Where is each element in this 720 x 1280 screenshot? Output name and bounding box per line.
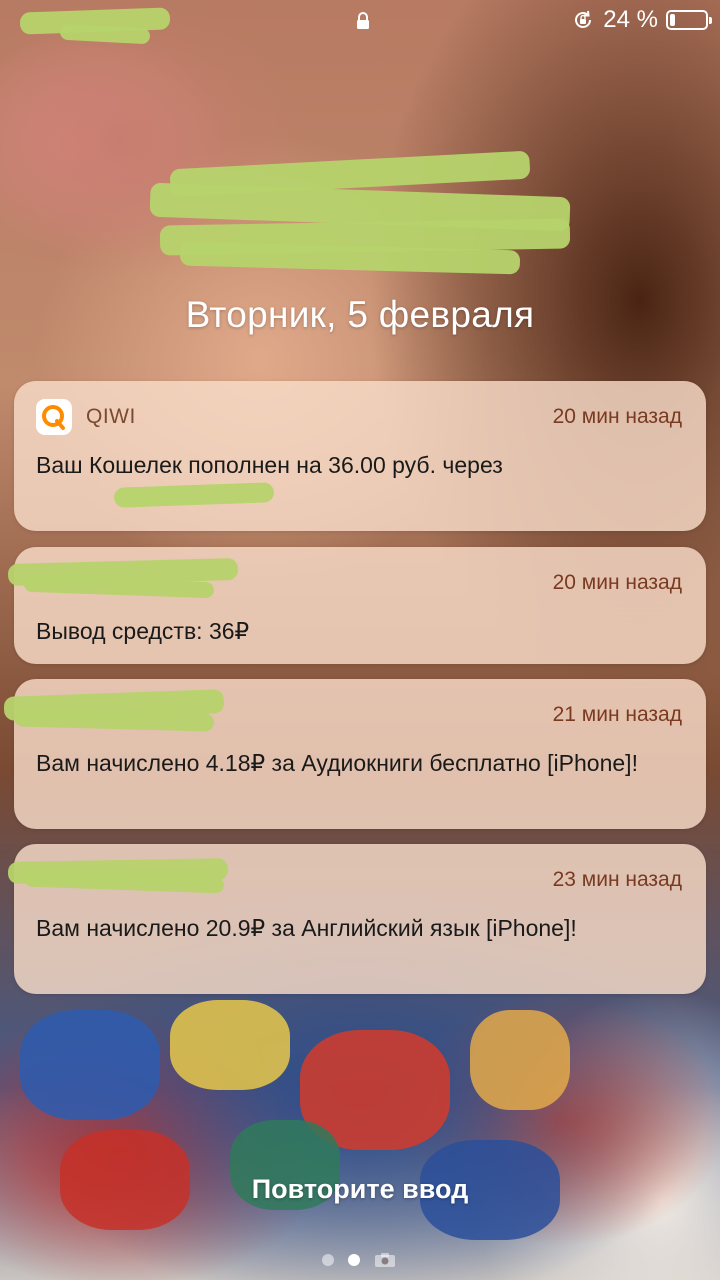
page-dot-active[interactable] [348,1254,360,1266]
notification-body: Ваш Кошелек пополнен на 36.00 руб. через [36,452,503,478]
page-indicator[interactable] [322,1252,396,1268]
lock-screen-date: Вторник, 5 февраля [185,294,535,335]
wallpaper-patch [170,1000,290,1090]
notification-time: 21 мин назад [552,703,682,726]
battery-level [670,14,676,26]
wallpaper-patch [20,1010,160,1120]
notification-card[interactable]: 21 мин назад Вам начислено 4.18₽ за Ауди… [3,679,706,829]
notification-body: Вывод средств: 36₽ [36,618,250,644]
notification-time: 23 мин назад [552,868,682,891]
battery-percentage: 24 % [603,6,658,33]
qiwi-app-icon [36,399,72,435]
redaction-scribble [59,23,151,45]
notification-card[interactable]: 23 мин назад Вам начислено 20.9₽ за Англ… [7,844,706,994]
status-right: 24 % [571,6,712,34]
notification-body: Вам начислено 20.9₽ за Английский язык [… [36,915,577,941]
retry-message: Повторите ввод [251,1174,469,1204]
redaction-scribble [113,482,275,508]
page-dot[interactable] [322,1254,334,1266]
status-bar: 24 % [0,0,720,45]
notification-time: 20 мин назад [552,405,682,428]
wallpaper-patch [470,1010,570,1110]
notification-time: 20 мин назад [552,571,682,594]
battery-icon [666,10,712,30]
notification-body: Вам начислено 4.18₽ за Аудиокниги беспла… [36,750,638,776]
notification-card[interactable]: 20 мин назад Вывод средств: 36₽ [7,547,706,664]
lock-icon [357,12,369,29]
notification-card[interactable]: QIWI 20 мин назад Ваш Кошелек пополнен н… [14,381,706,531]
notification-header: QIWI 20 мин назад [36,399,682,435]
lock-screen: 24 % Вторник, 5 февраля QIWI 20 мин наза… [0,0,720,1280]
camera-icon[interactable] [374,1252,396,1268]
notification-app-name: QIWI [86,405,136,428]
rotation-lock-icon [575,10,592,28]
